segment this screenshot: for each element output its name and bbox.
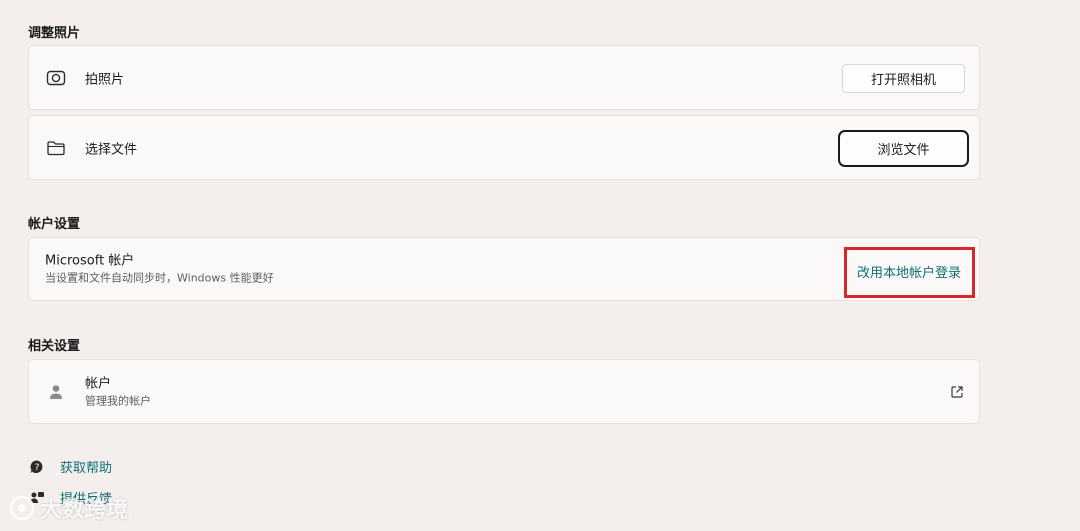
- browse-files-button[interactable]: 浏览文件: [838, 130, 969, 167]
- section-title-account-settings: 帐户设置: [28, 217, 81, 232]
- accounts-subtitle: 管理我的帐户: [85, 394, 151, 407]
- help-chat-icon: ?: [28, 458, 46, 476]
- switch-to-local-account-link[interactable]: 改用本地帐户登录: [857, 262, 961, 281]
- open-camera-button[interactable]: 打开照相机: [842, 64, 965, 93]
- choose-file-label: 选择文件: [85, 142, 138, 157]
- take-photo-label: 拍照片: [85, 72, 125, 87]
- watermark: 大数跨境: [8, 492, 128, 524]
- microsoft-account-title: Microsoft 帐户: [45, 253, 135, 269]
- choose-file-row: 选择文件 浏览文件: [28, 115, 980, 180]
- watermark-text: 大数跨境: [40, 498, 129, 523]
- microsoft-account-subtitle: 当设置和文件自动同步时，Windows 性能更好: [45, 271, 274, 285]
- microsoft-account-text: Microsoft 帐户 当设置和文件自动同步时，Windows 性能更好: [45, 253, 274, 286]
- watermark-logo-icon: [8, 494, 36, 522]
- camera-icon: [45, 67, 67, 89]
- get-help-label: 获取帮助: [60, 461, 113, 476]
- section-title-related-settings: 相关设置: [28, 339, 81, 354]
- settings-page: 调整照片 拍照片 打开照相机 选择文件 浏览文件 帐户设置 Microsoft …: [0, 0, 1080, 531]
- accounts-row[interactable]: 帐户 管理我的帐户: [28, 359, 980, 424]
- external-link-icon[interactable]: [950, 384, 966, 400]
- accounts-title: 帐户: [85, 376, 112, 391]
- get-help-link[interactable]: ? 获取帮助: [28, 457, 112, 476]
- microsoft-account-row: Microsoft 帐户 当设置和文件自动同步时，Windows 性能更好 改用…: [28, 237, 980, 301]
- svg-text:?: ?: [35, 463, 40, 473]
- take-photo-row: 拍照片 打开照相机: [28, 45, 980, 110]
- person-icon: [45, 381, 67, 403]
- accounts-text: 帐户 管理我的帐户: [85, 375, 151, 408]
- folder-icon: [45, 137, 67, 159]
- section-title-adjust-photo: 调整照片: [28, 26, 81, 41]
